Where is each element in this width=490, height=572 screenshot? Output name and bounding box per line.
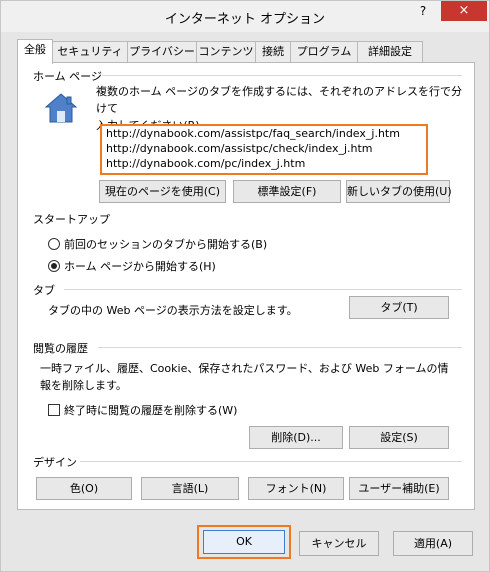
ok-highlight: OK (197, 525, 291, 559)
appearance-header: デザイン (33, 456, 77, 469)
use-default-button[interactable]: 標準設定(F) (233, 180, 341, 203)
languages-button[interactable]: 言語(L) (141, 477, 239, 500)
delete-history-on-exit-checkbox[interactable] (48, 404, 60, 416)
tab-security[interactable]: セキュリティ (52, 41, 128, 63)
startup-home-page-radio[interactable] (48, 260, 60, 272)
tab-privacy[interactable]: プライバシー (127, 41, 197, 63)
delete-history-button[interactable]: 削除(D)... (249, 426, 343, 449)
startup-header: スタートアップ (33, 213, 110, 226)
divider (102, 75, 462, 76)
history-settings-button[interactable]: 設定(S) (349, 426, 449, 449)
help-button[interactable]: ? (406, 1, 440, 21)
title-bar: インターネット オプション ? × (1, 1, 489, 32)
accessibility-button[interactable]: ユーザー補助(E) (349, 477, 449, 500)
internet-options-dialog: インターネット オプション ? × 全般 セキュリティ プライバシー コンテンツ… (0, 0, 490, 572)
house-icon (44, 93, 78, 123)
tabs-header: タブ (33, 284, 55, 297)
history-description-line2: 報を削除します。 (40, 379, 127, 392)
startup-previous-session-label: 前回のセッションのタブから開始する(B) (64, 238, 268, 251)
use-new-tab-button[interactable]: 新しいタブの使用(U) (346, 180, 452, 203)
apply-button[interactable]: 適用(A) (393, 531, 473, 556)
cancel-button[interactable]: キャンセル (299, 531, 379, 556)
general-panel: ホーム ページ 複数のホーム ページのタブを作成するには、それぞれのアドレスを行… (17, 62, 475, 510)
tab-general[interactable]: 全般 (17, 39, 53, 64)
tab-advanced[interactable]: 詳細設定 (357, 41, 423, 63)
home-url-1: http://dynabook.com/assistpc/faq_search/… (106, 127, 400, 140)
tab-programs[interactable]: プログラム (290, 41, 358, 63)
tab-connections[interactable]: 接続 (255, 41, 291, 63)
home-page-header: ホーム ページ (33, 70, 102, 83)
divider (64, 289, 462, 290)
divider (80, 461, 462, 462)
colors-button[interactable]: 色(O) (36, 477, 132, 500)
tabs-description: タブの中の Web ページの表示方法を設定します。 (48, 304, 298, 317)
history-description: 一時ファイル、履歴、Cookie、保存されたパスワード、および Web フォーム… (40, 360, 460, 394)
startup-home-page-label: ホーム ページから開始する(H) (64, 260, 216, 273)
startup-previous-session-radio[interactable] (48, 238, 60, 250)
home-description-line1: 複数のホーム ページのタブを作成するには、それぞれのアドレスを行で分けて (96, 85, 462, 115)
ok-button[interactable]: OK (203, 530, 285, 554)
tab-content[interactable]: コンテンツ (196, 41, 256, 63)
browsing-history-header: 閲覧の履歴 (33, 342, 88, 355)
home-url-2: http://dynabook.com/assistpc/check/index… (106, 142, 373, 155)
close-button[interactable]: × (441, 1, 487, 21)
fonts-button[interactable]: フォント(N) (248, 477, 344, 500)
home-url-3: http://dynabook.com/pc/index_j.htm (106, 157, 306, 170)
tabs-button[interactable]: タブ(T) (349, 296, 449, 319)
divider (98, 347, 462, 348)
home-page-urls-textarea[interactable]: http://dynabook.com/assistpc/faq_search/… (100, 124, 428, 175)
delete-history-on-exit-label: 終了時に閲覧の履歴を削除する(W) (64, 404, 238, 417)
use-current-button[interactable]: 現在のページを使用(C) (99, 180, 226, 203)
history-description-line1: 一時ファイル、履歴、Cookie、保存されたパスワード、および Web フォーム… (40, 362, 449, 375)
